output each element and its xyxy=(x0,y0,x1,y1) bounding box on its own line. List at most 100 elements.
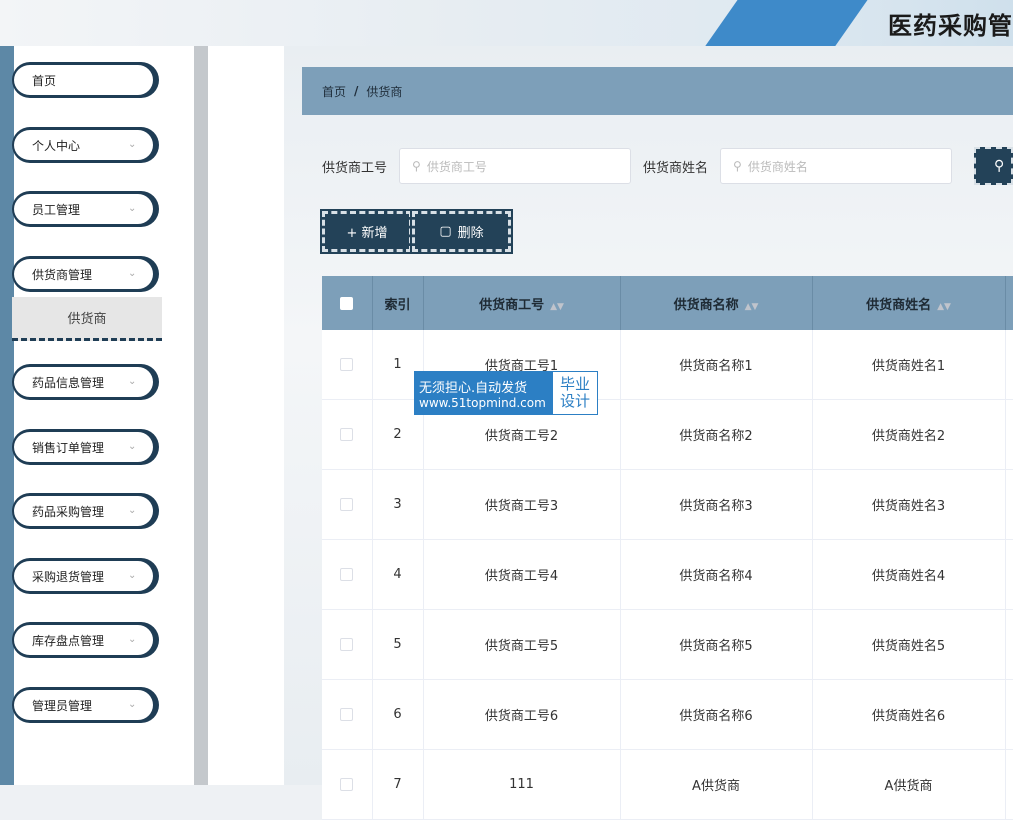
row-checkbox[interactable] xyxy=(340,638,354,651)
cell-more xyxy=(1005,609,1013,680)
cell-supplier-company: 供货商名称1 xyxy=(620,330,813,400)
cell-supplier-name: 供货商姓名6 xyxy=(812,679,1006,750)
cell-supplier-company: 供货商名称6 xyxy=(620,679,813,750)
cell-supplier-name: 供货商姓名3 xyxy=(812,469,1006,540)
chevron-up-icon: ⌄ xyxy=(128,268,137,279)
sort-icon[interactable]: ▲▼ xyxy=(937,302,951,312)
table-row[interactable]: 5 供货商工号5 供货商名称5 供货商姓名5 xyxy=(322,609,1013,680)
chevron-down-icon: ⌄ xyxy=(128,699,137,710)
sidebar-subitem-supplier[interactable]: 供货商 xyxy=(12,297,162,341)
cell-supplier-name: 供货商姓名5 xyxy=(812,609,1006,680)
chevron-down-icon: ⌄ xyxy=(128,203,137,214)
supplier-name-input[interactable]: ⚲ 供货商姓名 xyxy=(720,148,953,184)
sidebar-item-personal-center[interactable]: 个人中心 ⌄ xyxy=(12,127,156,163)
cell-supplier-id: 供货商工号3 xyxy=(423,469,621,540)
sidebar-item-drug-purchase[interactable]: 药品采购管理 ⌄ xyxy=(12,493,156,529)
table-row[interactable]: 4 供货商工号4 供货商名称4 供货商姓名4 xyxy=(322,539,1013,610)
column-header-more xyxy=(1005,276,1013,330)
sidebar-item-label: 药品信息管理 xyxy=(32,375,105,390)
sort-icon[interactable]: ▲▼ xyxy=(550,302,564,312)
sidebar-item-admin[interactable]: 管理员管理 ⌄ xyxy=(12,687,156,723)
sidebar-item-label: 个人中心 xyxy=(32,138,81,153)
sidebar-item-supplier-mgmt[interactable]: 供货商管理 ⌄ xyxy=(12,256,156,292)
supplier-table: 索引 供货商工号 ▲▼ 供货商名称 ▲▼ 供货商姓名 ▲▼ 1 供货商工号1 供货商名… xyxy=(322,276,1013,820)
sidebar-item-label: 供货商管理 xyxy=(32,267,93,282)
header-decoration xyxy=(695,0,875,46)
cell-more xyxy=(1005,679,1013,750)
search-icon: ⚲ xyxy=(412,159,421,173)
sidebar-subitem-label: 供货商 xyxy=(67,312,107,327)
select-all-checkbox[interactable] xyxy=(340,296,354,310)
action-toolbar: + 新增 ▢ 删除 xyxy=(320,209,513,254)
table-header-row: 索引 供货商工号 ▲▼ 供货商名称 ▲▼ 供货商姓名 ▲▼ xyxy=(322,276,1013,330)
cell-supplier-id: 供货商工号4 xyxy=(423,539,621,610)
breadcrumb: 首页 / 供货商 xyxy=(302,67,1013,115)
sidebar-item-inventory[interactable]: 库存盘点管理 ⌄ xyxy=(12,622,156,658)
app-title: 医药采购管 xyxy=(888,12,1013,40)
cell-supplier-company: 供货商名称5 xyxy=(620,609,813,680)
supplier-id-input[interactable]: ⚲ 供货商工号 xyxy=(399,148,632,184)
search-icon: ⚲ xyxy=(994,158,1005,174)
cell-supplier-name: 供货商姓名1 xyxy=(812,330,1006,400)
column-header-supplier-company[interactable]: 供货商名称 ▲▼ xyxy=(620,276,813,330)
cell-more xyxy=(1005,539,1013,610)
sidebar-item-home[interactable]: 首页 xyxy=(12,62,156,98)
cell-supplier-id: 供货商工号5 xyxy=(423,609,621,680)
row-checkbox[interactable] xyxy=(340,428,354,441)
watermark-line1: 无须担心.自动发货 xyxy=(419,380,528,396)
search-row: 供货商工号 ⚲ 供货商工号 供货商姓名 ⚲ 供货商姓名 xyxy=(322,147,953,185)
sort-icon[interactable]: ▲▼ xyxy=(745,302,759,312)
sidebar-item-label: 员工管理 xyxy=(32,202,81,217)
watermark-tag2: 设计 xyxy=(559,392,590,410)
sidebar-item-label: 药品采购管理 xyxy=(32,504,105,519)
table-row[interactable]: 6 供货商工号6 供货商名称6 供货商姓名6 xyxy=(322,679,1013,750)
cell-index: 6 xyxy=(372,679,424,750)
select-all-header[interactable] xyxy=(322,276,373,330)
column-header-label: 供货商名称 xyxy=(673,297,739,313)
watermark-badge: 无须担心.自动发货 www.51topmind.com 毕业 设计 xyxy=(414,371,598,415)
cell-more xyxy=(1005,469,1013,540)
column-header-supplier-id[interactable]: 供货商工号 ▲▼ xyxy=(423,276,621,330)
cell-supplier-name: 供货商姓名2 xyxy=(812,399,1006,470)
delete-button[interactable]: ▢ 删除 xyxy=(410,209,513,254)
supplier-id-placeholder: 供货商工号 xyxy=(426,159,487,174)
app-header: 医药采购管 xyxy=(0,0,1013,46)
chevron-down-icon: ⌄ xyxy=(128,139,137,150)
sidebar-item-label: 库存盘点管理 xyxy=(32,633,105,648)
cell-supplier-company: 供货商名称4 xyxy=(620,539,813,610)
search-button[interactable]: ⚲ xyxy=(974,147,1013,185)
sidebar-scroll-rail[interactable] xyxy=(194,46,208,785)
cell-supplier-name: 供货商姓名4 xyxy=(812,539,1006,610)
search-icon: ⚲ xyxy=(733,159,742,173)
breadcrumb-home[interactable]: 首页 xyxy=(322,83,346,100)
sidebar-item-purchase-return[interactable]: 采购退货管理 ⌄ xyxy=(12,558,156,594)
column-header-supplier-name[interactable]: 供货商姓名 ▲▼ xyxy=(812,276,1006,330)
add-button[interactable]: + 新增 xyxy=(320,209,414,254)
row-checkbox[interactable] xyxy=(340,708,354,721)
watermark-line2: www.51topmind.com xyxy=(419,395,546,410)
content-gutter xyxy=(208,46,284,785)
sidebar-item-staff[interactable]: 员工管理 ⌄ xyxy=(12,191,156,227)
sidebar-item-sales-order[interactable]: 销售订单管理 ⌄ xyxy=(12,429,156,465)
cell-supplier-id: 供货商工号6 xyxy=(423,679,621,750)
breadcrumb-separator: / xyxy=(354,84,359,98)
sidebar-item-drug-info[interactable]: 药品信息管理 ⌄ xyxy=(12,364,156,400)
chevron-down-icon: ⌄ xyxy=(128,441,137,452)
supplier-name-label: 供货商姓名 xyxy=(643,160,709,176)
supplier-id-label: 供货商工号 xyxy=(322,160,388,176)
cell-index: 3 xyxy=(372,469,424,540)
row-checkbox[interactable] xyxy=(340,358,354,371)
sidebar-item-label: 管理员管理 xyxy=(32,698,93,713)
supplier-name-placeholder: 供货商姓名 xyxy=(747,159,808,174)
watermark-tag: 毕业 设计 xyxy=(553,372,597,414)
sidebar-item-label: 采购退货管理 xyxy=(32,569,105,584)
cell-more xyxy=(1005,399,1013,470)
sidebar-item-label: 销售订单管理 xyxy=(32,440,105,455)
row-checkbox[interactable] xyxy=(340,568,354,581)
table-row[interactable]: 3 供货商工号3 供货商名称3 供货商姓名3 xyxy=(322,469,1013,540)
row-checkbox[interactable] xyxy=(340,498,354,511)
breadcrumb-current: 供货商 xyxy=(366,84,403,99)
trash-icon: ▢ xyxy=(439,224,452,239)
delete-button-label: 删除 xyxy=(457,226,484,241)
cell-more xyxy=(1005,330,1013,400)
